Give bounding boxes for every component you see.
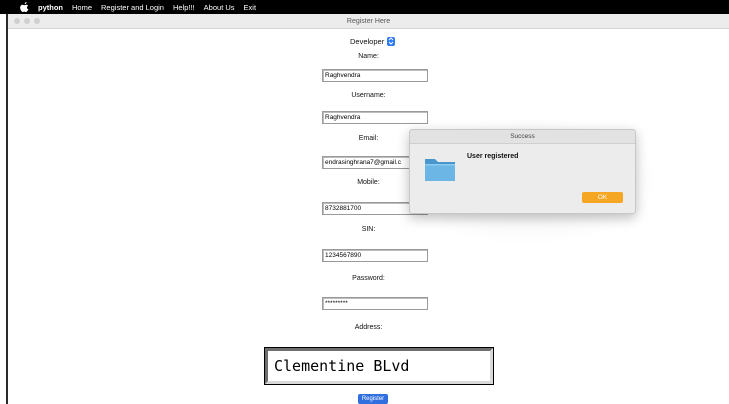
username-label: Username:: [351, 92, 386, 99]
minimize-window-icon[interactable]: [24, 18, 30, 24]
dialog-message: User registered: [467, 153, 519, 160]
apple-icon[interactable]: [18, 1, 30, 13]
success-dialog: Success User registered OK: [409, 129, 636, 214]
address-label: Address:: [354, 324, 383, 331]
window-title: Register Here: [346, 17, 391, 25]
password-field[interactable]: *********: [322, 297, 428, 310]
close-window-icon[interactable]: [14, 18, 20, 24]
menu-help[interactable]: Help!!!: [173, 3, 195, 12]
password-label: Password:: [352, 275, 385, 282]
menu-exit[interactable]: Exit: [244, 3, 257, 12]
menu-about-us[interactable]: About Us: [204, 3, 235, 12]
ok-button[interactable]: OK: [582, 192, 623, 203]
folder-icon: [424, 156, 456, 182]
address-field[interactable]: Clementine BLvd: [264, 347, 494, 385]
name-label: Name:: [358, 53, 379, 60]
window-titlebar[interactable]: Register Here: [8, 14, 729, 29]
role-select[interactable]: Developer: [350, 35, 396, 47]
sin-field[interactable]: 1234567890: [322, 249, 428, 262]
menu-bar: python Home Register and Login Help!!! A…: [0, 0, 729, 14]
role-select-value: Developer: [350, 36, 385, 46]
dialog-title: Success: [410, 130, 635, 144]
register-button[interactable]: Register: [358, 394, 388, 404]
chevron-updown-icon[interactable]: [387, 36, 396, 46]
name-field[interactable]: Raghvendra: [322, 69, 428, 82]
menu-register-and-login[interactable]: Register and Login: [101, 3, 164, 12]
zoom-window-icon[interactable]: [34, 18, 40, 24]
menu-home[interactable]: Home: [72, 3, 92, 12]
menu-app-name[interactable]: python: [38, 3, 63, 12]
